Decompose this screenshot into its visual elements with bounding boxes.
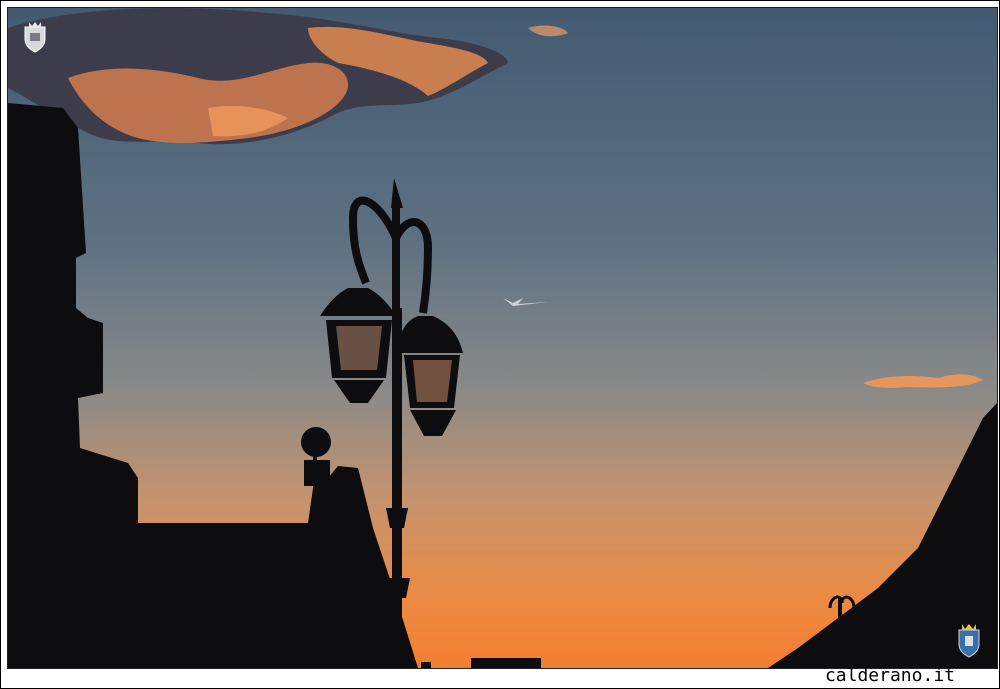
coat-of-arms-icon — [958, 624, 980, 658]
coat-of-arms-icon — [24, 22, 46, 53]
sunset-photo — [7, 7, 998, 669]
photo-scene — [8, 8, 997, 668]
watermark-text: calderano.it — [824, 665, 955, 686]
image-frame: calderano.it — [0, 0, 1000, 689]
